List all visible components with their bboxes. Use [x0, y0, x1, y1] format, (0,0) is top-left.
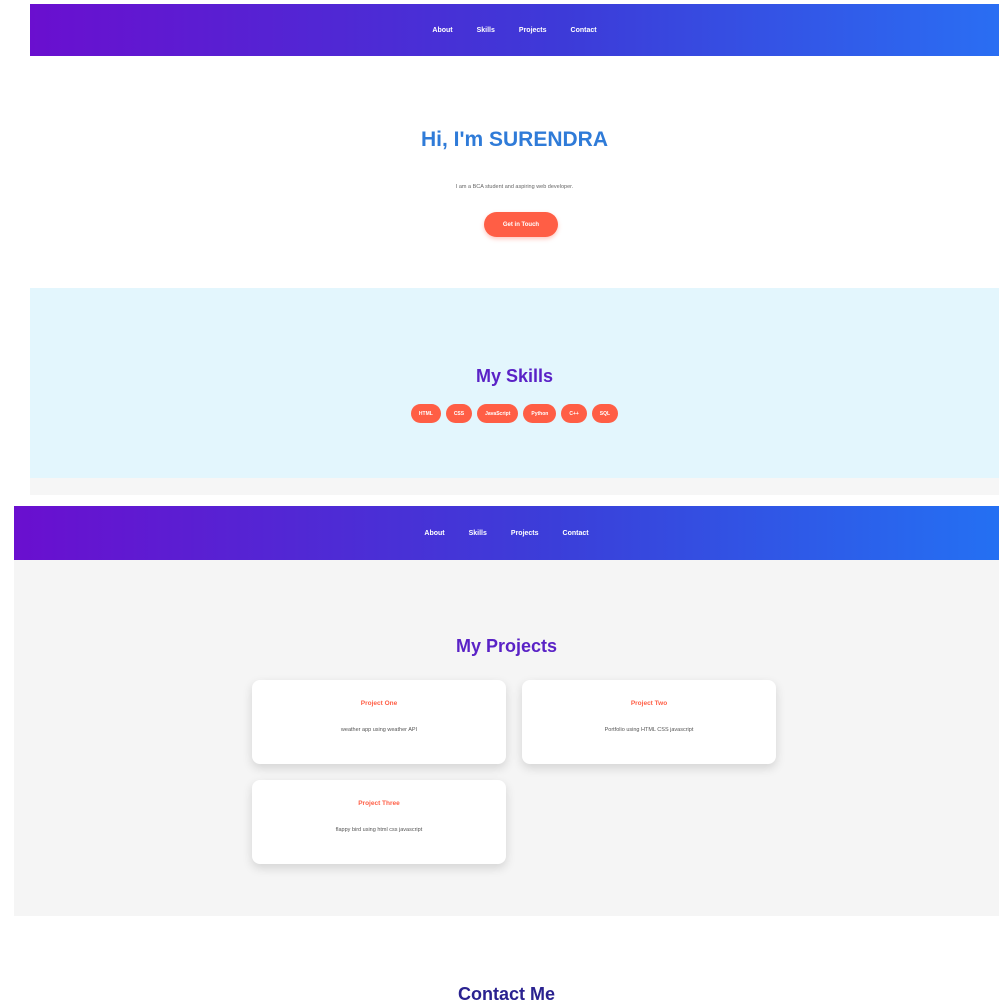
project-card-description: weather app using weather API — [340, 727, 418, 733]
hero-title: Hi, I'm SURENDRA — [420, 128, 608, 151]
skills-list: HTML CSS JavaScript Python C++ SQL — [30, 404, 999, 423]
project-card-title: Project Two — [630, 700, 668, 707]
section-divider — [30, 478, 999, 495]
contact-title: Contact Me — [457, 984, 555, 1004]
project-card-description: flappy bird using html css javascript — [335, 827, 423, 833]
nav-link-contact[interactable]: Contact — [571, 27, 597, 34]
skill-pill: Python — [523, 404, 557, 423]
page-view-top: About Skills Projects Contact Hi, I'm SU… — [30, 4, 999, 495]
hero-section: Hi, I'm SURENDRA I am a BCA student and … — [30, 56, 999, 288]
skill-pill: JavaScript — [477, 404, 519, 423]
skill-pill: CSS — [445, 404, 473, 423]
skill-pill: SQL — [591, 404, 619, 423]
get-in-touch-button[interactable]: Get in Touch — [484, 212, 558, 237]
nav-link-about[interactable]: About — [424, 530, 444, 537]
nav-link-about[interactable]: About — [432, 27, 452, 34]
skill-pill: C++ — [561, 404, 587, 423]
page-view-bottom: About Skills Projects Contact My Project… — [14, 506, 999, 1008]
project-card[interactable]: Project Three flappy bird using html css… — [252, 780, 506, 864]
project-card-title: Project One — [360, 700, 398, 707]
nav-link-skills[interactable]: Skills — [469, 530, 487, 537]
nav-link-projects[interactable]: Projects — [519, 27, 547, 34]
skills-title: My Skills — [475, 366, 554, 386]
skill-pill: HTML — [410, 404, 441, 423]
hero-subtitle: I am a BCA student and aspiring web deve… — [455, 184, 574, 190]
project-card-title: Project Three — [358, 800, 400, 807]
project-card[interactable]: Project One weather app using weather AP… — [252, 680, 506, 764]
nav-link-contact[interactable]: Contact — [563, 530, 589, 537]
projects-section: My Projects Project One weather app usin… — [14, 560, 999, 916]
navbar: About Skills Projects Contact — [14, 506, 999, 560]
projects-title: My Projects — [455, 636, 558, 656]
navbar: About Skills Projects Contact — [30, 4, 999, 56]
nav-link-skills[interactable]: Skills — [477, 27, 495, 34]
project-card-description: Portfolio using HTML CSS javascript — [604, 727, 694, 733]
nav-link-projects[interactable]: Projects — [511, 530, 539, 537]
skills-section: My Skills HTML CSS JavaScript Python C++… — [30, 288, 999, 478]
project-card[interactable]: Project Two Portfolio using HTML CSS jav… — [522, 680, 776, 764]
